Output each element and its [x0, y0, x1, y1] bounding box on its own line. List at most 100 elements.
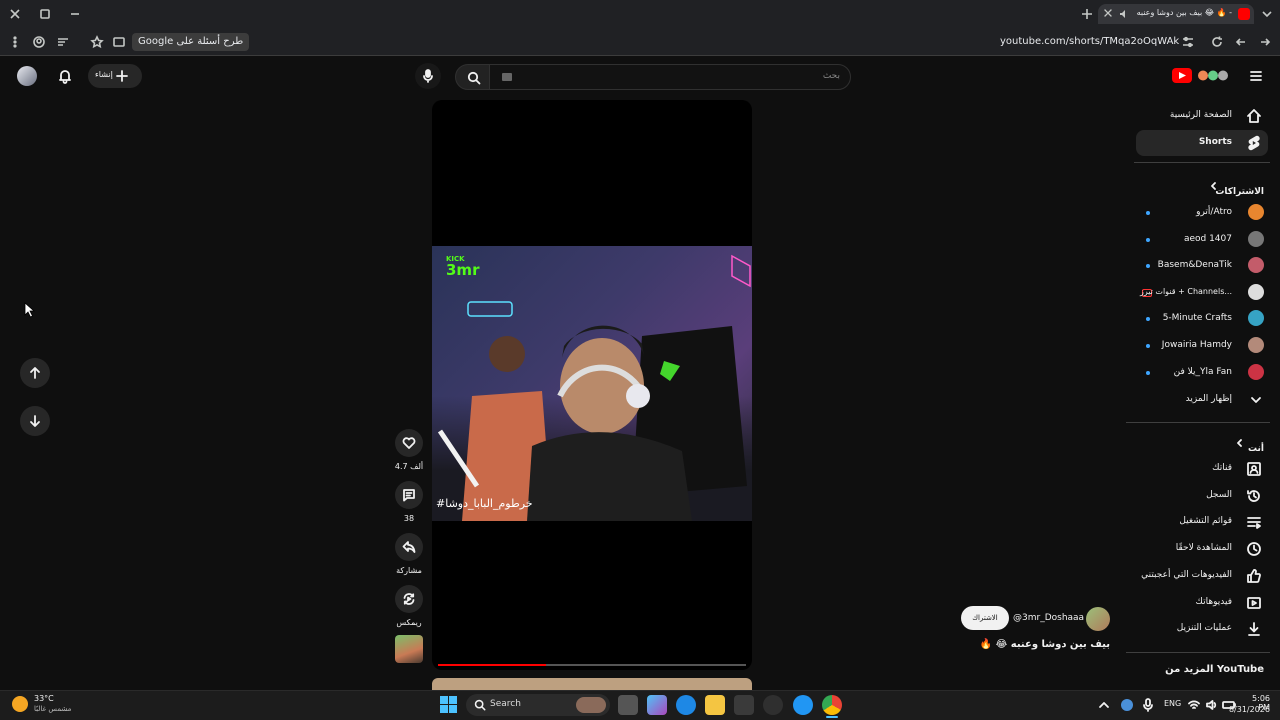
tab-title: بيف بين دوشا وعنبه 😂 🔥 - [1136, 8, 1232, 17]
chrome-icon[interactable] [822, 695, 842, 715]
site-settings-icon[interactable] [1181, 35, 1195, 49]
youtube-favicon-icon [1238, 8, 1250, 20]
your-videos-icon [1247, 597, 1261, 609]
like-button[interactable] [395, 429, 423, 457]
you-heading[interactable]: أنت [1140, 436, 1264, 454]
browser-app-icon[interactable] [793, 695, 813, 715]
search-button[interactable] [455, 64, 491, 90]
chevron-icon [1211, 182, 1216, 190]
new-content-dot [1146, 371, 1150, 375]
next-short-preview[interactable] [432, 678, 752, 690]
windows-start-icon[interactable] [440, 696, 457, 713]
progress-track[interactable] [438, 664, 746, 666]
tab-active[interactable]: بيف بين دوشا وعنبه 😂 🔥 - [1098, 4, 1254, 24]
sidebar-item-subscription[interactable]: Jowairia Hamdy [1140, 333, 1268, 359]
reload-icon[interactable] [1210, 35, 1224, 49]
file-explorer-icon[interactable] [705, 695, 725, 715]
menu-dots-icon[interactable] [8, 35, 22, 49]
sidebar-item-subscription[interactable]: قنوات تيرز + Channels... [1140, 280, 1268, 306]
voice-search-button[interactable] [415, 63, 441, 89]
tray-app-icon[interactable] [1121, 699, 1133, 711]
next-short-button[interactable] [20, 406, 50, 436]
playlists-icon [1247, 517, 1261, 529]
sidebar-item-downloads[interactable]: عمليات التنزيل [1136, 616, 1268, 642]
sidebar-item-liked-videos[interactable]: الفيديوهات التي أعجبتني [1136, 563, 1268, 589]
sidebar-item-playlists[interactable]: قوائم التشغيل [1136, 509, 1268, 535]
task-view-icon[interactable] [618, 695, 638, 715]
previous-short-button[interactable] [20, 358, 50, 388]
bookmark-star-icon[interactable] [90, 35, 104, 49]
show-more-button[interactable]: إظهار المزيد [1140, 387, 1268, 413]
channel-icon [1247, 462, 1261, 476]
weather-sun-icon[interactable] [12, 696, 28, 712]
sidebar-item-subscription[interactable]: أترو/Atro [1140, 200, 1268, 226]
mouse-cursor-icon [24, 302, 36, 318]
forward-arrow-icon[interactable] [1234, 35, 1248, 49]
reading-list-icon[interactable] [56, 35, 70, 49]
subscription-name: Basem&DenaTik [1157, 260, 1232, 270]
remix-button[interactable] [395, 585, 423, 613]
close-window-icon[interactable] [8, 7, 22, 21]
create-button[interactable]: إنشاء [88, 64, 142, 88]
doodle-logo-icon[interactable] [1195, 68, 1233, 83]
search-input[interactable]: بحث [489, 64, 851, 90]
sidebar-item-label: المشاهدة لاحقًا [1175, 543, 1232, 553]
language-indicator[interactable]: ENG [1164, 699, 1181, 708]
arrow-down-icon [30, 415, 40, 427]
short-video-player[interactable]: KICK 3mr #خرطوم_البابا_دوشا [432, 100, 752, 670]
url-text[interactable]: youtube.com/shorts/TMqa2oOqWAk [1000, 36, 1179, 47]
copilot-icon[interactable] [647, 695, 667, 715]
comment-count: 38 [403, 514, 415, 523]
sidebar-item-shorts[interactable]: Shorts [1136, 130, 1268, 156]
minimize-icon[interactable] [68, 7, 82, 21]
sidebar-item-subscription[interactable]: 5-Minute Crafts [1140, 306, 1268, 332]
tab-close-icon[interactable] [1102, 7, 1114, 19]
microphone-icon[interactable] [1142, 698, 1154, 712]
wifi-icon[interactable] [1188, 699, 1200, 711]
store-icon[interactable] [734, 695, 754, 715]
keyboard-icon[interactable] [502, 73, 512, 81]
avatar[interactable] [17, 66, 37, 86]
channel-avatar[interactable] [1086, 607, 1110, 631]
audio-icon[interactable] [1118, 8, 1130, 20]
thumbs-up-icon [1247, 569, 1261, 583]
profile-icon[interactable] [32, 35, 46, 49]
volume-icon[interactable] [1206, 699, 1218, 711]
sidebar-item-your-channel[interactable]: قناتك [1136, 456, 1268, 482]
subscriptions-title: الاشتراكات [1215, 187, 1264, 197]
sidebar-item-subscription[interactable]: Basem&DenaTik [1140, 253, 1268, 279]
subscriptions-heading[interactable]: الاشتراكات [1140, 179, 1264, 197]
sound-thumbnail[interactable] [395, 635, 423, 663]
new-tab-icon[interactable] [1080, 7, 1094, 21]
hamburger-menu-icon[interactable] [1249, 69, 1263, 83]
sidebar-item-your-videos[interactable]: فيديوهاتك [1136, 590, 1268, 616]
tab-search-icon[interactable] [38, 7, 52, 21]
sidebar-item-label: فيديوهاتك [1195, 597, 1232, 607]
video-caption: #خرطوم_البابا_دوشا [436, 497, 533, 510]
new-content-dot [1146, 344, 1150, 348]
sidebar-item-label: قناتك [1212, 463, 1232, 473]
taskbar-search[interactable]: Search [466, 694, 610, 716]
settings-gear-icon[interactable] [763, 695, 783, 715]
sidebar-item-subscription[interactable]: aeod 1407 [1140, 227, 1268, 253]
edge-browser-icon[interactable] [676, 695, 696, 715]
google-ask-chip[interactable]: طرح أسئلة على Google [132, 33, 250, 51]
clock-date[interactable]: 8/31/2026 [1226, 705, 1270, 714]
sidebar-item-home[interactable]: الصفحة الرئيسية [1136, 103, 1268, 129]
subscription-name: aeod 1407 [1183, 234, 1232, 244]
sidebar-item-history[interactable]: السجل [1136, 483, 1268, 509]
youtube-logo-icon[interactable] [1172, 68, 1192, 83]
notifications-bell-icon[interactable] [57, 68, 73, 84]
tab-list-chevron-icon[interactable] [1260, 7, 1274, 21]
kick-brand-label: 3mr [446, 261, 480, 279]
subscribe-button[interactable]: الاشتراك [961, 606, 1009, 630]
sidebar-item-watch-later[interactable]: المشاهدة لاحقًا [1136, 536, 1268, 562]
cast-icon[interactable] [112, 35, 126, 49]
channel-handle[interactable]: @3mr_Doshaaa [1013, 613, 1084, 623]
back-arrow-icon[interactable] [1258, 35, 1272, 49]
chevron-up-icon[interactable] [1098, 699, 1110, 711]
sidebar-item-subscription[interactable]: يلا فن_Yla Fan [1140, 360, 1268, 386]
subscription-name: Jowairia Hamdy [1161, 340, 1232, 350]
comments-button[interactable] [395, 481, 423, 509]
share-button[interactable] [395, 533, 423, 561]
